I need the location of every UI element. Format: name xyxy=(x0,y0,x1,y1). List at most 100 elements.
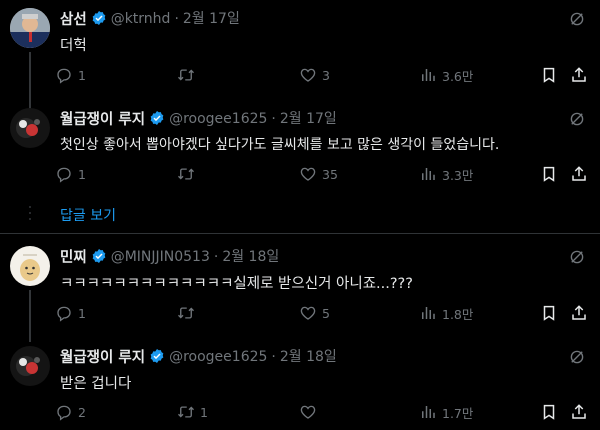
tweet-text: ㅋㅋㅋㅋㅋㅋㅋㅋㅋㅋㅋㅋㅋ실제로 받으신거 아니죠...??? xyxy=(60,276,413,292)
tweet[interactable]: 월급쟁이 루지 @roogee1625 · 2월 18일 받은 겁니다 2 1 1.… xyxy=(0,346,600,430)
like-icon xyxy=(299,66,317,84)
more-icon[interactable] xyxy=(568,248,586,266)
bookmark-button[interactable] xyxy=(540,65,558,85)
share-button[interactable] xyxy=(570,164,588,184)
tweet-header: 삼선 @ktrnhd · 2월 17일 xyxy=(60,8,240,28)
reply-count: 1 xyxy=(78,305,86,321)
share-icon xyxy=(570,66,588,84)
views-button[interactable]: 1.8만 xyxy=(419,303,473,323)
like-count: 35 xyxy=(322,166,338,182)
tweet[interactable]: 민찌 @MINJJIN0513 · 2월 18일 ㅋㅋㅋㅋㅋㅋㅋㅋㅋㅋㅋㅋㅋ실제로 … xyxy=(0,246,600,342)
tweet[interactable]: 월급쟁이 루지 @roogee1625 · 2월 17일 첫인상 좋아서 뽑아야겠다… xyxy=(0,108,600,198)
thread-line xyxy=(29,290,31,342)
action-bar: 1 5 1.8만 xyxy=(55,303,595,323)
share-icon xyxy=(570,165,588,183)
views-button[interactable]: 1.7만 xyxy=(419,402,473,422)
like-button[interactable]: 3 xyxy=(299,65,330,85)
display-name[interactable]: 민찌 xyxy=(60,246,87,267)
verified-badge-icon xyxy=(149,348,165,364)
like-icon xyxy=(299,165,317,183)
tweet[interactable]: 삼선 @ktrnhd · 2월 17일 더헉 1 3 3.6만 xyxy=(0,8,600,144)
divider xyxy=(0,233,600,234)
retweet-icon xyxy=(177,403,195,421)
like-count: 5 xyxy=(322,305,330,321)
more-icon[interactable] xyxy=(568,10,586,28)
like-button[interactable]: 5 xyxy=(299,303,330,323)
display-name[interactable]: 삼선 xyxy=(60,8,87,29)
timestamp[interactable]: 2월 17일 xyxy=(280,111,337,127)
reply-icon xyxy=(55,66,73,84)
like-button[interactable] xyxy=(299,402,322,422)
views-icon xyxy=(419,165,437,183)
share-icon xyxy=(570,403,588,421)
retweet-button[interactable]: 1 xyxy=(177,402,208,422)
like-icon xyxy=(299,304,317,322)
avatar[interactable] xyxy=(10,8,50,48)
retweet-button[interactable] xyxy=(177,303,200,323)
action-bar: 2 1 1.7만 xyxy=(55,402,595,422)
timestamp[interactable]: 2월 18일 xyxy=(222,249,279,265)
retweet-count: 1 xyxy=(200,404,208,420)
display-name[interactable]: 월급쟁이 루지 xyxy=(60,346,145,367)
verified-badge-icon xyxy=(149,110,165,126)
avatar[interactable] xyxy=(10,108,50,148)
handle[interactable]: @roogee1625 xyxy=(169,111,267,127)
views-icon xyxy=(419,403,437,421)
verified-badge-icon xyxy=(91,248,107,264)
retweet-icon xyxy=(177,304,195,322)
views-icon xyxy=(419,304,437,322)
reply-count: 2 xyxy=(78,404,86,420)
view-count: 3.3만 xyxy=(442,167,474,183)
share-icon xyxy=(570,304,588,322)
bookmark-icon xyxy=(540,403,558,421)
handle[interactable]: @MINJJIN0513 xyxy=(111,249,210,265)
share-button[interactable] xyxy=(570,402,588,422)
tweet-text: 첫인상 좋아서 뽑아야겠다 싶다가도 글씨체를 보고 많은 생각이 들었습니다. xyxy=(60,137,500,153)
tweet-text: 더헉 xyxy=(60,38,87,54)
action-bar: 1 35 3.3만 xyxy=(55,164,595,184)
bookmark-icon xyxy=(540,165,558,183)
more-icon[interactable] xyxy=(568,110,586,128)
show-replies-link[interactable]: 답글 보기 xyxy=(60,205,116,225)
views-icon xyxy=(419,66,437,84)
like-button[interactable]: 35 xyxy=(299,164,338,184)
reply-icon xyxy=(55,165,73,183)
tweet-header: 월급쟁이 루지 @roogee1625 · 2월 17일 xyxy=(60,108,337,128)
reply-button[interactable]: 1 xyxy=(55,303,86,323)
avatar[interactable] xyxy=(10,246,50,286)
share-button[interactable] xyxy=(570,303,588,323)
retweet-button[interactable] xyxy=(177,65,200,85)
views-button[interactable]: 3.3만 xyxy=(419,164,473,184)
reply-button[interactable]: 1 xyxy=(55,65,86,85)
handle[interactable]: @roogee1625 xyxy=(169,349,267,365)
thread-dots xyxy=(27,206,33,224)
reply-icon xyxy=(55,304,73,322)
retweet-button[interactable] xyxy=(177,164,200,184)
tweet-header: 월급쟁이 루지 @roogee1625 · 2월 18일 xyxy=(60,346,337,366)
reply-button[interactable]: 2 xyxy=(55,402,86,422)
bookmark-button[interactable] xyxy=(540,164,558,184)
timestamp[interactable]: 2월 17일 xyxy=(183,11,240,27)
more-icon[interactable] xyxy=(568,348,586,366)
view-count: 1.7만 xyxy=(442,405,474,421)
avatar[interactable] xyxy=(10,346,50,386)
bookmark-button[interactable] xyxy=(540,303,558,323)
reply-icon xyxy=(55,403,73,421)
handle[interactable]: @ktrnhd xyxy=(111,11,171,27)
like-count: 3 xyxy=(322,67,330,83)
reply-count: 1 xyxy=(78,166,86,182)
like-icon xyxy=(299,403,317,421)
views-button[interactable]: 3.6만 xyxy=(419,65,473,85)
reply-button[interactable]: 1 xyxy=(55,164,86,184)
reply-count: 1 xyxy=(78,67,86,83)
view-count: 3.6만 xyxy=(442,68,474,84)
bookmark-icon xyxy=(540,66,558,84)
display-name[interactable]: 월급쟁이 루지 xyxy=(60,108,145,129)
verified-badge-icon xyxy=(91,10,107,26)
tweet-header: 민찌 @MINJJIN0513 · 2월 18일 xyxy=(60,246,279,266)
retweet-icon xyxy=(177,165,195,183)
timestamp[interactable]: 2월 18일 xyxy=(280,349,337,365)
bookmark-button[interactable] xyxy=(540,402,558,422)
share-button[interactable] xyxy=(570,65,588,85)
tweet-text: 받은 겁니다 xyxy=(60,376,132,392)
